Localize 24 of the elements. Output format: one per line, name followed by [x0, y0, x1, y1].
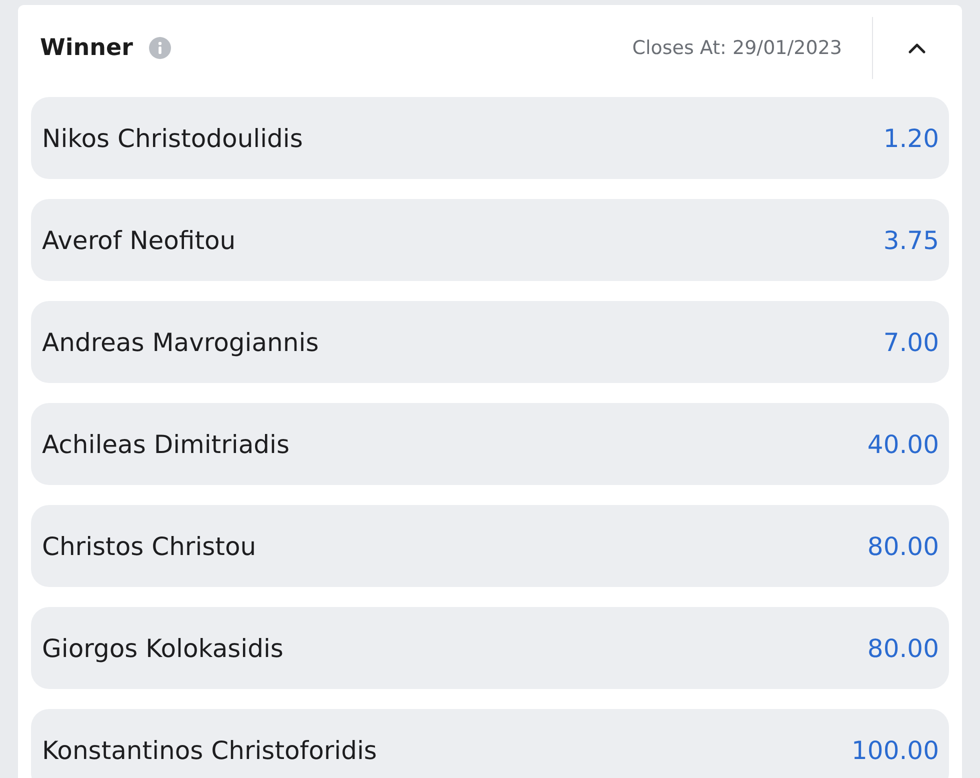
selection-row[interactable]: Christos Christou 80.00: [31, 505, 949, 587]
odds-value: 3.75: [883, 226, 939, 254]
odds-value: 7.00: [883, 328, 939, 356]
selection-name: Konstantinos Christoforidis: [42, 736, 377, 764]
odds-value: 1.20: [883, 124, 939, 152]
selection-row[interactable]: Andreas Mavrogiannis 7.00: [31, 301, 949, 383]
selection-row[interactable]: Nikos Christodoulidis 1.20: [31, 97, 949, 179]
odds-value: 80.00: [867, 532, 939, 560]
odds-value: 80.00: [867, 634, 939, 662]
selection-name: Averof Neofitou: [42, 226, 236, 254]
selection-row[interactable]: Konstantinos Christoforidis 100.00: [31, 709, 949, 778]
caret-icon: [907, 40, 927, 54]
selection-name: Christos Christou: [42, 532, 256, 560]
market-title: Winner: [40, 34, 133, 60]
odds-value: 100.00: [852, 736, 939, 764]
selection-name: Giorgos Kolokasidis: [42, 634, 284, 662]
selection-name: Nikos Christodoulidis: [42, 124, 303, 152]
selection-row[interactable]: Achileas Dimitriadis 40.00: [31, 403, 949, 485]
selection-row[interactable]: Averof Neofitou 3.75: [31, 199, 949, 281]
selection-name: Andreas Mavrogiannis: [42, 328, 319, 356]
odds-value: 40.00: [867, 430, 939, 458]
closing-date: Closes At: 29/01/2023: [632, 36, 842, 58]
selection-name: Achileas Dimitriadis: [42, 430, 290, 458]
selection-row[interactable]: Giorgos Kolokasidis 80.00: [31, 607, 949, 689]
